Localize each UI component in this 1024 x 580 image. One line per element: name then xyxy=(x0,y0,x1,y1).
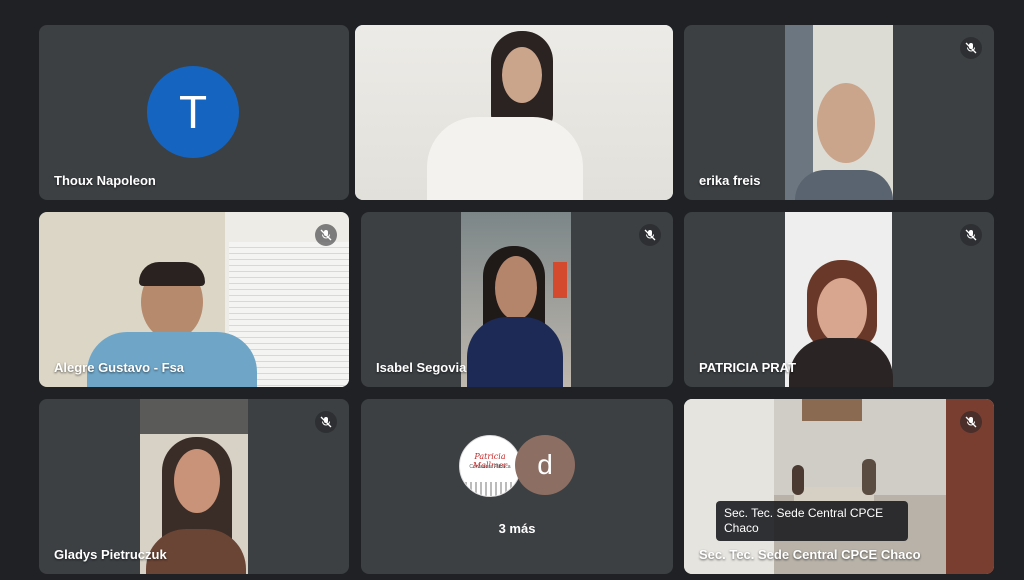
participant-name: Isabel Segovia xyxy=(376,360,467,375)
participant-tile-active-speaker[interactable] xyxy=(355,25,673,200)
participant-tile-isabel-segovia[interactable]: Isabel Segovia xyxy=(361,212,673,387)
participant-tile-sede-central[interactable]: Sec. Tec. Sede Central CPCE Chaco Sec. T… xyxy=(684,399,994,574)
avatar: d xyxy=(515,435,575,495)
participant-name: erika freis xyxy=(699,173,761,188)
avatar: T xyxy=(147,66,239,158)
participant-tile-patricia-prat[interactable]: PATRICIA PRAT xyxy=(684,212,994,387)
mic-off-icon xyxy=(315,224,337,246)
participant-name: Gladys Pietruczuk xyxy=(54,547,167,562)
participant-tile-erika-freis[interactable]: erika freis xyxy=(684,25,994,200)
mic-off-icon xyxy=(315,411,337,433)
name-tooltip: Sec. Tec. Sede Central CPCE Chaco xyxy=(716,501,908,541)
participant-video xyxy=(785,25,893,200)
participant-video xyxy=(461,212,571,387)
more-participants-tile[interactable]: Patricia Mallmer Contadora Pública d 3 m… xyxy=(361,399,673,574)
participant-tile-thoux-napoleon[interactable]: T Thoux Napoleon xyxy=(39,25,349,200)
participant-name: PATRICIA PRAT xyxy=(699,360,797,375)
participant-video xyxy=(785,212,893,387)
participant-name: Alegre Gustavo - Fsa xyxy=(54,360,185,375)
mic-off-icon xyxy=(639,224,661,246)
participant-tile-alegre-gustavo[interactable]: Alegre Gustavo - Fsa xyxy=(39,212,349,387)
mic-off-icon xyxy=(960,37,982,59)
mic-off-icon xyxy=(960,411,982,433)
avatar: Patricia Mallmer Contadora Pública xyxy=(459,435,521,497)
participant-name: Sec. Tec. Sede Central CPCE Chaco xyxy=(699,547,921,562)
participant-video xyxy=(355,25,673,200)
more-participants-label: 3 más xyxy=(498,521,536,536)
participant-name: Thoux Napoleon xyxy=(54,173,156,188)
mic-off-icon xyxy=(960,224,982,246)
participant-tile-gladys-pietruczuk[interactable]: Gladys Pietruczuk xyxy=(39,399,349,574)
